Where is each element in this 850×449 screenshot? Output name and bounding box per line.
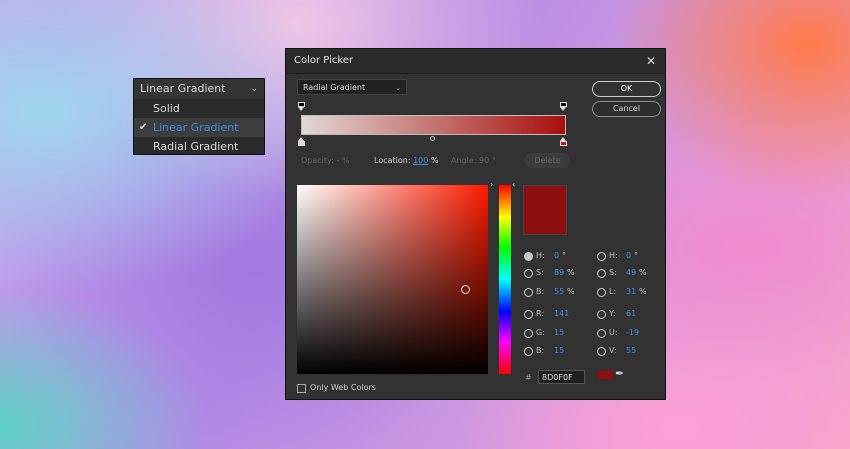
hsb-b-unit: % xyxy=(567,287,575,296)
dialog-title: Color Picker xyxy=(294,55,354,66)
location-unit: % xyxy=(430,156,439,165)
opacity-stop-end[interactable] xyxy=(560,102,567,111)
hsb-b-label: B: xyxy=(536,287,545,296)
radio-hsl-l[interactable] xyxy=(597,288,606,297)
hsb-s-input[interactable]: 89 xyxy=(554,268,564,277)
hsl-h-input[interactable]: 0 xyxy=(626,251,631,260)
current-color-swatch xyxy=(523,185,567,235)
rgb-r-input[interactable]: 141 xyxy=(554,309,569,318)
delete-button[interactable]: Delete xyxy=(525,153,570,168)
hsl-h-label: H: xyxy=(609,251,618,260)
yuv-y-input[interactable]: 61 xyxy=(626,309,636,318)
yuv-y-label: Y: xyxy=(609,309,616,318)
hue-slider[interactable] xyxy=(499,185,511,374)
hsl-l-unit: % xyxy=(639,287,647,296)
yuv-u-label: U: xyxy=(609,328,618,337)
hsl-s-unit: % xyxy=(639,268,647,277)
hsl-h-unit: ° xyxy=(634,251,638,260)
hex-label: # xyxy=(525,373,532,382)
eyedropper-icon[interactable]: ✒ xyxy=(615,367,624,380)
hsb-s-label: S: xyxy=(536,268,544,277)
color-chip xyxy=(597,371,613,379)
chevron-down-icon: ⌄ xyxy=(395,84,401,92)
location-field: Location: 100 % xyxy=(374,156,439,165)
angle-value: 90 ° xyxy=(479,156,496,165)
hue-arrow-left-icon[interactable]: › xyxy=(490,180,493,189)
hsb-h-label: H: xyxy=(536,251,545,260)
radio-yuv-v[interactable] xyxy=(597,347,606,356)
opacity-value: - % xyxy=(336,156,350,165)
hsb-h-unit: ° xyxy=(562,251,566,260)
hsl-s-label: S: xyxy=(609,268,617,277)
color-field-marker[interactable] xyxy=(461,285,470,294)
menu-item-solid[interactable]: Solid xyxy=(134,99,264,118)
opacity-stop-start[interactable] xyxy=(298,102,305,111)
only-web-colors-checkbox[interactable] xyxy=(297,384,306,393)
color-stop-start[interactable] xyxy=(298,137,305,146)
color-stop-end[interactable] xyxy=(560,137,567,146)
hsl-l-label: L: xyxy=(609,287,617,296)
radio-hsb-s[interactable] xyxy=(524,269,533,278)
check-icon: ✔ xyxy=(139,122,148,133)
gradient-type-menu[interactable]: Linear Gradient ⌄ Solid ✔ Linear Gradient… xyxy=(133,78,265,155)
radio-yuv-y[interactable] xyxy=(597,310,606,319)
cancel-button[interactable]: Cancel xyxy=(592,101,661,117)
yuv-u-input[interactable]: -19 xyxy=(626,328,639,337)
opacity-label: Opacity: xyxy=(301,156,334,165)
rgb-b-input[interactable]: 15 xyxy=(554,346,564,355)
location-input[interactable]: 100 xyxy=(413,156,428,165)
angle-field: Angle: 90 ° xyxy=(451,156,496,165)
rgb-b-label: B: xyxy=(536,346,545,355)
hsb-s-unit: % xyxy=(567,268,575,277)
location-label: Location: xyxy=(374,156,411,165)
chevron-down-icon: ⌄ xyxy=(250,84,258,94)
hsb-h-input[interactable]: 0 xyxy=(554,251,559,260)
angle-label: Angle: xyxy=(451,156,477,165)
hue-arrow-right-icon[interactable]: ‹ xyxy=(512,180,515,189)
yuv-v-label: V: xyxy=(609,346,617,355)
opacity-field: Opacity: - % xyxy=(301,156,349,165)
radio-hsb-h[interactable] xyxy=(524,252,533,261)
gradient-type-select[interactable]: Radial Gradient ⌄ xyxy=(297,79,407,95)
hsl-l-input[interactable]: 31 xyxy=(626,287,636,296)
radio-yuv-u[interactable] xyxy=(597,329,606,338)
radio-hsl-s[interactable] xyxy=(597,269,606,278)
rgb-g-input[interactable]: 15 xyxy=(554,328,564,337)
rgb-g-label: G: xyxy=(536,328,545,337)
rgb-r-label: R: xyxy=(536,309,545,318)
hsl-s-input[interactable]: 49 xyxy=(626,268,636,277)
menu-item-linear-gradient[interactable]: ✔ Linear Gradient xyxy=(134,118,264,137)
close-icon[interactable]: ✕ xyxy=(646,49,656,73)
yuv-v-input[interactable]: 55 xyxy=(626,346,636,355)
radio-rgb-g[interactable] xyxy=(524,329,533,338)
radio-rgb-r[interactable] xyxy=(524,310,533,319)
dialog-titlebar: Color Picker ✕ xyxy=(286,49,665,74)
only-web-colors-label: Only Web Colors xyxy=(310,383,376,392)
hex-input[interactable]: 8D0F0F xyxy=(538,370,585,384)
color-picker-dialog: Color Picker ✕ Radial Gradient ⌄ OK Canc… xyxy=(285,48,666,400)
radio-hsl-h[interactable] xyxy=(597,252,606,261)
gradient-preview-bar[interactable] xyxy=(301,115,566,135)
radio-hsb-b[interactable] xyxy=(524,288,533,297)
hsb-b-input[interactable]: 55 xyxy=(554,287,564,296)
menu-item-radial-gradient[interactable]: Radial Gradient xyxy=(134,137,264,156)
gradient-midpoint-handle[interactable] xyxy=(430,136,435,141)
ok-button[interactable]: OK xyxy=(592,81,661,97)
gradient-type-current: Linear Gradient xyxy=(140,82,226,95)
gradient-type-dropdown[interactable]: Linear Gradient ⌄ xyxy=(134,79,264,99)
radio-rgb-b[interactable] xyxy=(524,347,533,356)
saturation-brightness-field[interactable] xyxy=(297,185,488,374)
